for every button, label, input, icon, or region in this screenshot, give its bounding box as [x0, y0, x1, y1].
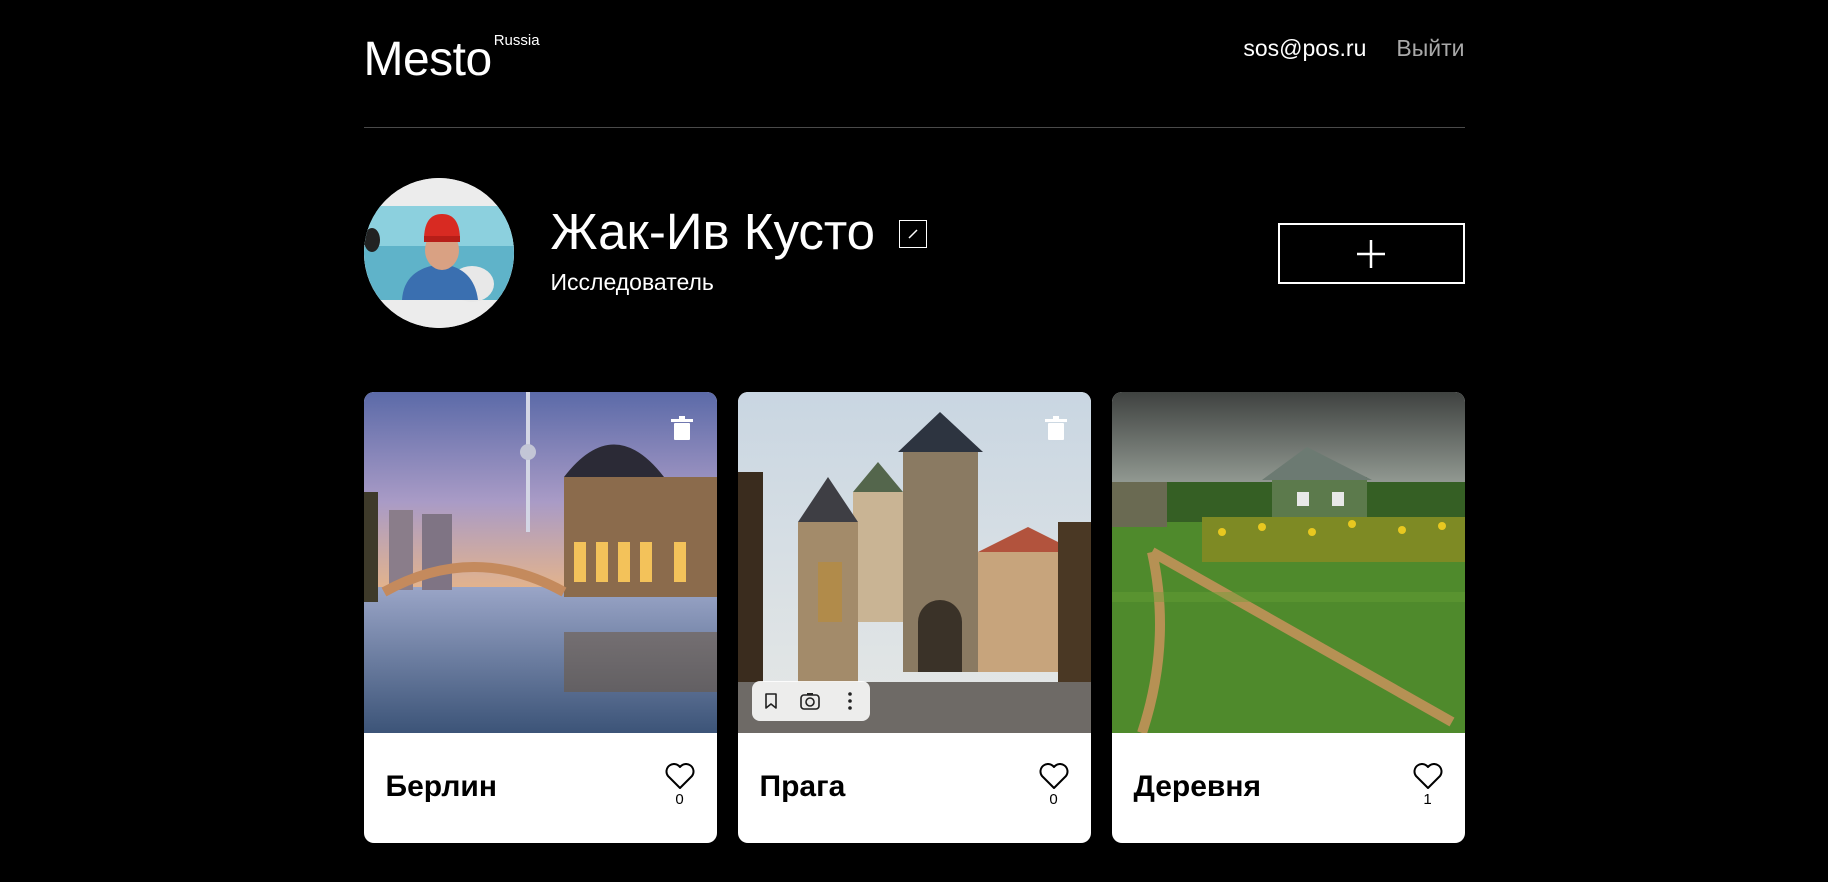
camera-lens-icon[interactable]: [794, 685, 826, 717]
logo: Mesto Russia: [364, 30, 540, 90]
profile-info: Жак-Ив Кусто Исследователь: [551, 202, 928, 296]
like-count: 1: [1423, 791, 1432, 808]
card-photo-village: [1111, 392, 1465, 733]
trash-icon[interactable]: [670, 416, 693, 440]
like-count: 0: [1049, 791, 1058, 808]
card: Деревня 1: [1111, 392, 1465, 843]
heart-icon[interactable]: [1039, 763, 1069, 790]
like-count: 0: [675, 791, 684, 808]
avatar-image: [363, 178, 514, 328]
edit-profile-button[interactable]: [899, 220, 928, 248]
card: Прага 0: [737, 392, 1091, 843]
avatar[interactable]: [363, 178, 514, 328]
profile: Жак-Ив Кусто Исследователь: [363, 128, 1465, 392]
more-options-icon[interactable]: [834, 685, 866, 717]
card-photo-berlin: [363, 392, 717, 733]
user-email: sos@pos.ru: [1243, 35, 1367, 61]
card-footer: Берлин 0: [364, 733, 717, 843]
profile-name: Жак-Ив Кусто: [550, 203, 876, 260]
like-group: 0: [1037, 763, 1071, 809]
card-title: Деревня: [1133, 770, 1262, 803]
bookmark-icon[interactable]: [755, 685, 787, 717]
card-footer: Деревня 1: [1112, 733, 1465, 843]
profile-about: Исследователь: [550, 269, 714, 295]
card-image[interactable]: [363, 392, 717, 733]
header-user: sos@pos.ru Выйти: [1243, 34, 1464, 62]
add-card-button[interactable]: [1277, 223, 1465, 284]
card-footer: Прага 0: [738, 733, 1091, 843]
logo-text: Mesto: [363, 33, 493, 86]
heart-icon[interactable]: [665, 763, 695, 790]
image-overlay-toolbar: [751, 681, 870, 721]
card-title: Прага: [759, 770, 846, 803]
trash-icon[interactable]: [1044, 416, 1067, 440]
like-group: 0: [663, 763, 697, 809]
heart-icon[interactable]: [1413, 763, 1443, 790]
page: Mesto Russia sos@pos.ru Выйти Жак-Ив Кус…: [363, 0, 1465, 843]
cards-grid: Берлин 0 Прага 0 Деревня 1: [363, 392, 1465, 843]
plus-icon: [1357, 239, 1385, 268]
profile-name-row: Жак-Ив Кусто: [551, 202, 928, 262]
card: Берлин 0: [363, 392, 717, 843]
like-group: 1: [1411, 763, 1445, 809]
card-image[interactable]: [1111, 392, 1465, 733]
header: Mesto Russia sos@pos.ru Выйти: [363, 0, 1465, 128]
card-image[interactable]: [737, 392, 1091, 733]
card-title: Берлин: [385, 770, 497, 803]
logout-link[interactable]: Выйти: [1396, 34, 1464, 62]
pencil-icon: [908, 229, 918, 239]
logo-region: Russia: [493, 32, 540, 49]
